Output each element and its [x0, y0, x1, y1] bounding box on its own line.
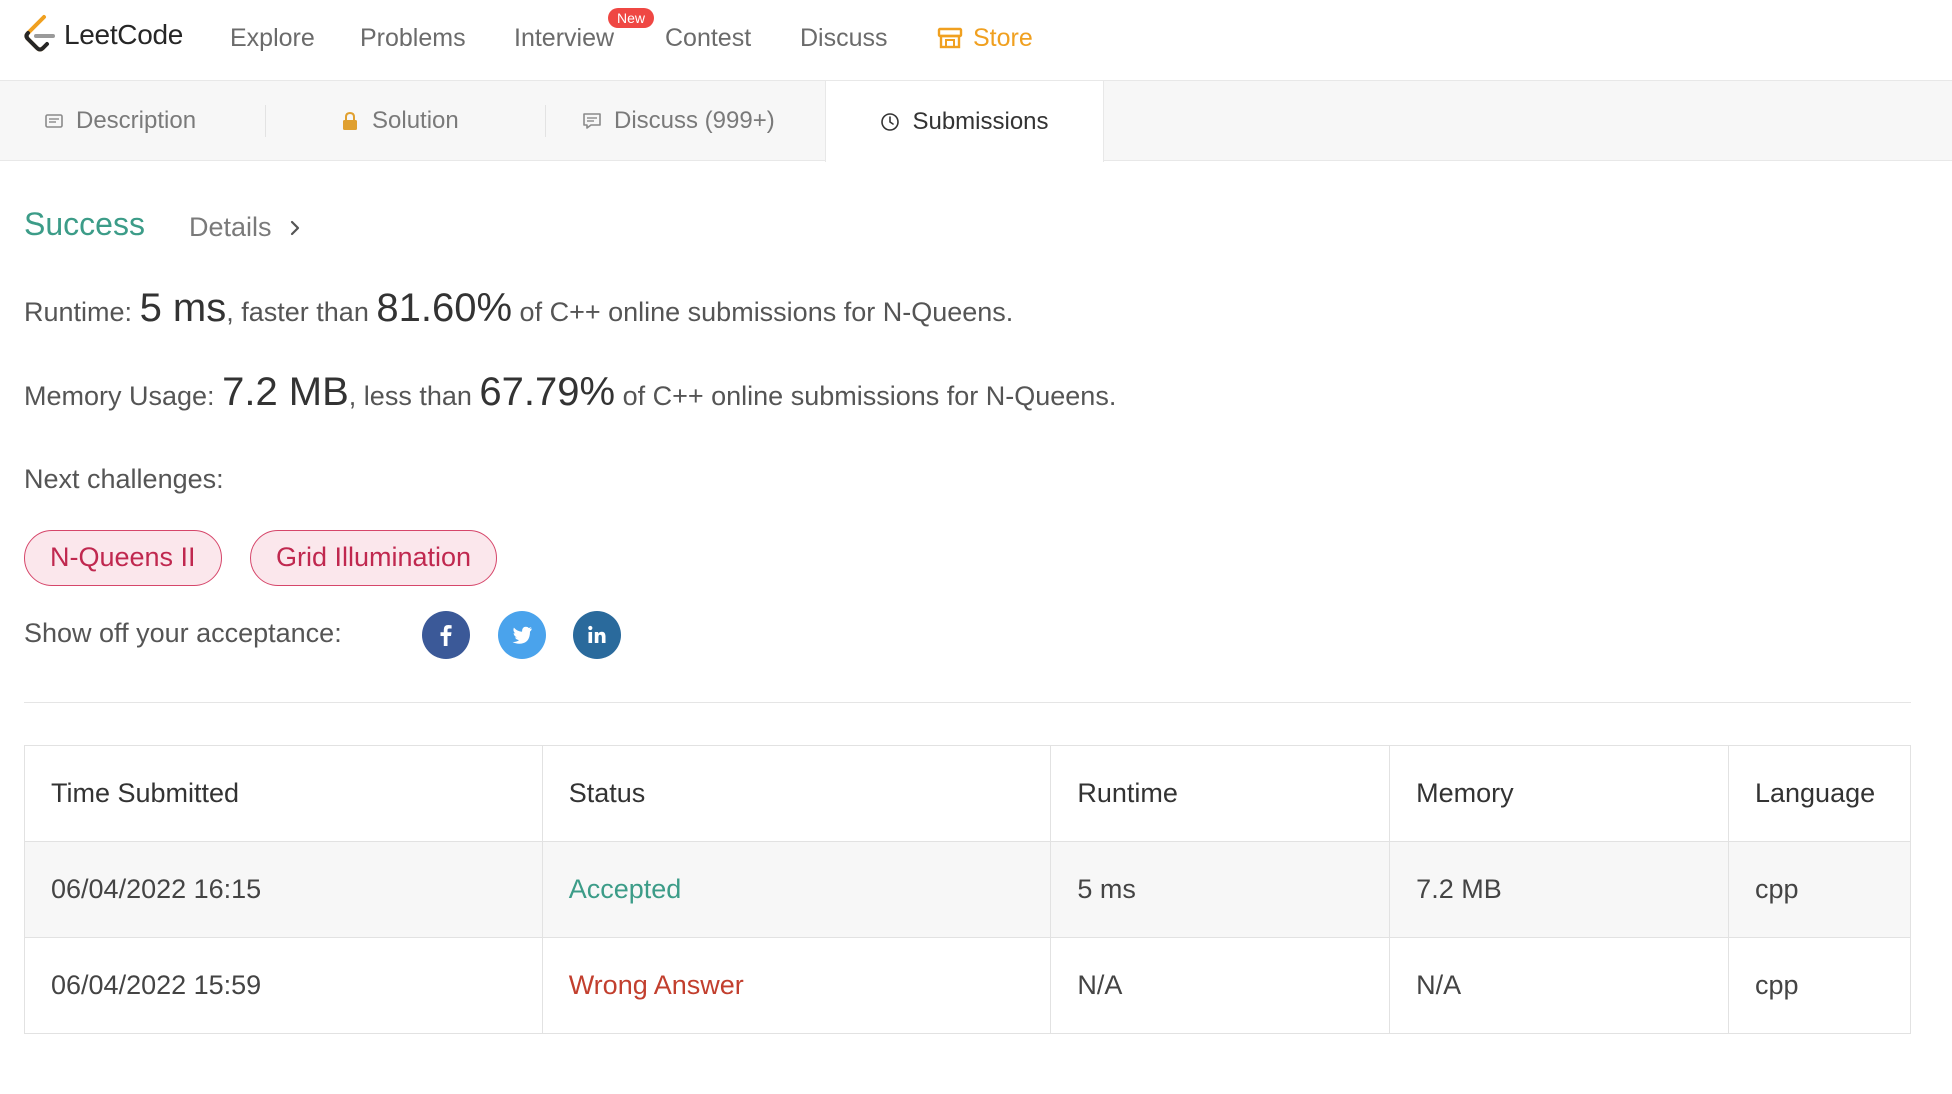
share-label: Show off your acceptance: [24, 618, 342, 648]
cell-language: cpp [1727, 937, 1912, 1034]
runtime-mid: , faster than [226, 297, 369, 327]
tab-description-label: Description [76, 107, 197, 134]
clock-icon [881, 112, 900, 131]
section-divider [24, 702, 1911, 703]
memory-suffix: of C++ online submissions for N-Queens. [622, 381, 1117, 411]
page: LeetCode Explore Problems Interview New … [0, 0, 1952, 1094]
new-badge: New [608, 8, 655, 28]
comment-icon [583, 113, 601, 129]
challenge-chip-n-queens-ii[interactable]: N-Queens II [24, 530, 222, 586]
table-row[interactable]: 06/04/2022 16:15 Accepted 5 ms 7.2 MB cp… [24, 841, 1912, 938]
nav-store[interactable]: Store [937, 20, 1033, 56]
cell-status-accepted[interactable]: Accepted [541, 841, 1052, 938]
tab-submissions-label: Submissions [912, 107, 1049, 135]
nav-store-label: Store [973, 24, 1033, 52]
lock-icon [343, 111, 357, 130]
header-runtime: Runtime [1050, 745, 1391, 842]
cell-language: cpp [1727, 841, 1912, 938]
memory-mid: , less than [348, 381, 472, 411]
nav-contest[interactable]: Contest [665, 20, 751, 56]
logo-text: LeetCode [64, 19, 184, 50]
runtime-suffix: of C++ online submissions for N-Queens. [519, 297, 1014, 327]
tab-description[interactable]: Description [44, 81, 196, 161]
cell-time-submitted: 06/04/2022 15:59 [24, 937, 543, 1034]
header-memory: Memory [1389, 745, 1729, 842]
tab-divider [545, 105, 546, 137]
runtime-label: Runtime: [24, 297, 133, 327]
facebook-icon[interactable] [422, 611, 470, 659]
chevron-right-icon [290, 220, 299, 235]
twitter-glyph-icon [512, 626, 532, 644]
runtime-percentile: 81.60% [376, 286, 513, 330]
twitter-icon[interactable] [498, 611, 546, 659]
tab-discuss-label: Discuss (999+) [614, 107, 775, 134]
store-icon [937, 27, 963, 49]
memory-percentile: 67.79% [479, 370, 616, 414]
table-header-row: Time Submitted Status Runtime Memory Lan… [24, 745, 1912, 842]
header-language: Language [1727, 745, 1912, 842]
memory-stat: Memory Usage: 7.2 MB, less than 67.79% o… [24, 370, 1116, 415]
details-label: Details [189, 212, 272, 242]
memory-value: 7.2 MB [222, 370, 349, 414]
cell-runtime: N/A [1050, 937, 1391, 1034]
header-time-submitted: Time Submitted [24, 745, 543, 842]
tab-discuss[interactable]: Discuss (999+) [582, 81, 775, 161]
description-icon [45, 114, 63, 128]
cell-status-wrong-answer[interactable]: Wrong Answer [541, 937, 1052, 1034]
header-status: Status [541, 745, 1052, 842]
challenge-chip-grid-illumination[interactable]: Grid Illumination [250, 530, 498, 586]
cell-memory: 7.2 MB [1389, 841, 1729, 938]
runtime-stat: Runtime: 5 ms, faster than 81.60% of C++… [24, 286, 1013, 331]
details-link[interactable]: Details [189, 212, 302, 243]
leetcode-logo-icon [24, 15, 55, 52]
next-challenges-label: Next challenges: [24, 464, 224, 494]
top-nav: LeetCode Explore Problems Interview New … [0, 0, 1952, 81]
nav-explore[interactable]: Explore [230, 20, 315, 56]
nav-discuss[interactable]: Discuss [800, 20, 888, 56]
linkedin-icon[interactable] [573, 611, 621, 659]
cell-memory: N/A [1389, 937, 1729, 1034]
cell-time-submitted: 06/04/2022 16:15 [24, 841, 543, 938]
table-row[interactable]: 06/04/2022 15:59 Wrong Answer N/A N/A cp… [24, 937, 1912, 1034]
cell-runtime: 5 ms [1050, 841, 1391, 938]
tab-solution-label: Solution [372, 107, 459, 134]
memory-label: Memory Usage: [24, 381, 215, 411]
linkedin-glyph-icon [588, 625, 606, 643]
result-status: Success [24, 206, 145, 242]
problem-tabs: Description Solution Discuss (999+) Subm… [0, 81, 1952, 162]
nav-interview[interactable]: Interview [514, 20, 614, 56]
submissions-table: Time Submitted Status Runtime Memory Lan… [24, 745, 1912, 1034]
logo[interactable]: LeetCode [22, 14, 183, 56]
tab-divider [265, 105, 266, 137]
tab-submissions[interactable]: Submissions [825, 81, 1104, 162]
nav-problems[interactable]: Problems [360, 20, 466, 56]
tab-solution[interactable]: Solution [340, 81, 459, 161]
runtime-value: 5 ms [139, 286, 227, 330]
facebook-glyph-icon [440, 625, 452, 646]
